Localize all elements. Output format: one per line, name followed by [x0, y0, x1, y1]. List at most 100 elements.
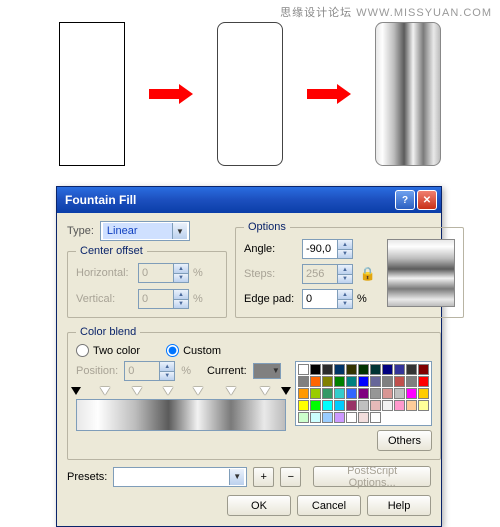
gradient-stop[interactable] — [71, 387, 81, 395]
position-input — [125, 362, 159, 380]
color-swatch[interactable] — [346, 400, 357, 411]
color-swatch[interactable] — [370, 388, 381, 399]
others-button[interactable]: Others — [377, 430, 432, 451]
color-swatch[interactable] — [322, 364, 333, 375]
color-swatch[interactable] — [346, 364, 357, 375]
color-swatch[interactable] — [346, 376, 357, 387]
spin-down-icon: ▼ — [337, 274, 352, 283]
custom-label: Custom — [183, 345, 221, 357]
color-swatch[interactable] — [334, 388, 345, 399]
presets-select[interactable]: ▼ — [113, 467, 247, 487]
preset-remove-button[interactable]: − — [280, 467, 301, 487]
ramp-markers[interactable] — [76, 387, 286, 397]
color-swatch[interactable] — [310, 364, 321, 375]
watermark-url: WWW.MISSYUAN.COM — [356, 7, 492, 19]
gradient-stop[interactable] — [226, 387, 236, 395]
color-swatch[interactable] — [310, 376, 321, 387]
options-legend: Options — [244, 221, 290, 233]
color-swatch[interactable] — [310, 388, 321, 399]
type-select[interactable]: Linear ▼ — [100, 221, 190, 241]
watermark: 思缘设计论坛 WWW.MISSYUAN.COM — [280, 4, 492, 20]
help-button[interactable]: Help — [367, 495, 431, 516]
color-swatch[interactable] — [322, 388, 333, 399]
color-swatch[interactable] — [358, 376, 369, 387]
gradient-stop[interactable] — [281, 387, 291, 395]
color-swatch[interactable] — [322, 400, 333, 411]
color-swatch[interactable] — [346, 412, 357, 423]
edgepad-spin[interactable]: ▲▼ — [302, 289, 353, 309]
gradient-stop[interactable] — [193, 387, 203, 395]
type-value: Linear — [103, 223, 172, 239]
color-swatch[interactable] — [382, 364, 393, 375]
color-swatch[interactable] — [334, 412, 345, 423]
two-color-radio[interactable]: Two color — [76, 344, 140, 357]
color-swatch[interactable] — [406, 376, 417, 387]
current-swatch[interactable]: ▼ — [253, 363, 281, 379]
color-swatch[interactable] — [298, 388, 309, 399]
angle-input[interactable] — [303, 240, 337, 258]
color-swatch[interactable] — [358, 400, 369, 411]
color-swatch[interactable] — [334, 376, 345, 387]
color-swatch[interactable] — [322, 412, 333, 423]
horizontal-spin: ▲▼ — [138, 263, 189, 283]
spin-up-icon: ▲ — [173, 290, 188, 299]
color-swatch[interactable] — [358, 412, 369, 423]
edgepad-input[interactable] — [303, 290, 337, 308]
gradient-stop[interactable] — [163, 387, 173, 395]
color-swatch[interactable] — [370, 376, 381, 387]
color-swatch[interactable] — [406, 364, 417, 375]
color-swatch[interactable] — [310, 412, 321, 423]
spin-down-icon[interactable]: ▼ — [337, 299, 352, 308]
color-swatch[interactable] — [334, 364, 345, 375]
color-swatch[interactable] — [346, 388, 357, 399]
color-swatch[interactable] — [322, 376, 333, 387]
color-swatch[interactable] — [382, 388, 393, 399]
color-swatch[interactable] — [310, 400, 321, 411]
spin-up-icon[interactable]: ▲ — [337, 290, 352, 299]
color-swatch[interactable] — [406, 400, 417, 411]
color-swatch[interactable] — [370, 364, 381, 375]
color-swatch[interactable] — [370, 412, 381, 423]
color-swatch[interactable] — [358, 364, 369, 375]
gradient-ramp[interactable] — [76, 387, 286, 431]
gradient-stop[interactable] — [260, 387, 270, 395]
spin-down-icon[interactable]: ▼ — [337, 249, 352, 258]
color-swatch[interactable] — [394, 376, 405, 387]
preset-add-button[interactable]: + — [253, 467, 274, 487]
gradient-stop[interactable] — [132, 387, 142, 395]
custom-radio[interactable]: Custom — [166, 344, 221, 357]
ok-button[interactable]: OK — [227, 495, 291, 516]
color-swatch[interactable] — [298, 412, 309, 423]
color-swatch[interactable] — [394, 400, 405, 411]
color-swatch[interactable] — [418, 376, 429, 387]
titlebar[interactable]: Fountain Fill ? ✕ — [57, 187, 441, 213]
color-swatch[interactable] — [298, 364, 309, 375]
angle-spin[interactable]: ▲▼ — [302, 239, 353, 259]
options-group: Options Angle: ▲▼ Steps: — [235, 221, 464, 318]
spin-up-icon[interactable]: ▲ — [337, 240, 352, 249]
help-button[interactable]: ? — [395, 190, 415, 210]
arrow-icon — [307, 87, 351, 101]
color-swatch[interactable] — [370, 400, 381, 411]
current-label: Current: — [207, 365, 247, 377]
color-swatch[interactable] — [298, 400, 309, 411]
color-palette[interactable] — [295, 361, 432, 426]
center-offset-group: Center offset Horizontal: ▲▼ % Vertical: — [67, 245, 227, 318]
color-swatch[interactable] — [358, 388, 369, 399]
cancel-button[interactable]: Cancel — [297, 495, 361, 516]
ramp-gradient[interactable] — [76, 399, 286, 431]
color-swatch[interactable] — [382, 376, 393, 387]
color-swatch[interactable] — [334, 400, 345, 411]
color-swatch[interactable] — [418, 388, 429, 399]
color-swatch[interactable] — [418, 400, 429, 411]
color-swatch[interactable] — [406, 388, 417, 399]
close-button[interactable]: ✕ — [417, 190, 437, 210]
color-swatch[interactable] — [394, 364, 405, 375]
color-swatch[interactable] — [394, 388, 405, 399]
color-swatch[interactable] — [418, 364, 429, 375]
gradient-stop[interactable] — [100, 387, 110, 395]
color-swatch[interactable] — [382, 400, 393, 411]
lock-icon[interactable]: 🔒 — [357, 264, 379, 284]
color-swatch[interactable] — [298, 376, 309, 387]
step-rect-rounded — [217, 22, 283, 166]
